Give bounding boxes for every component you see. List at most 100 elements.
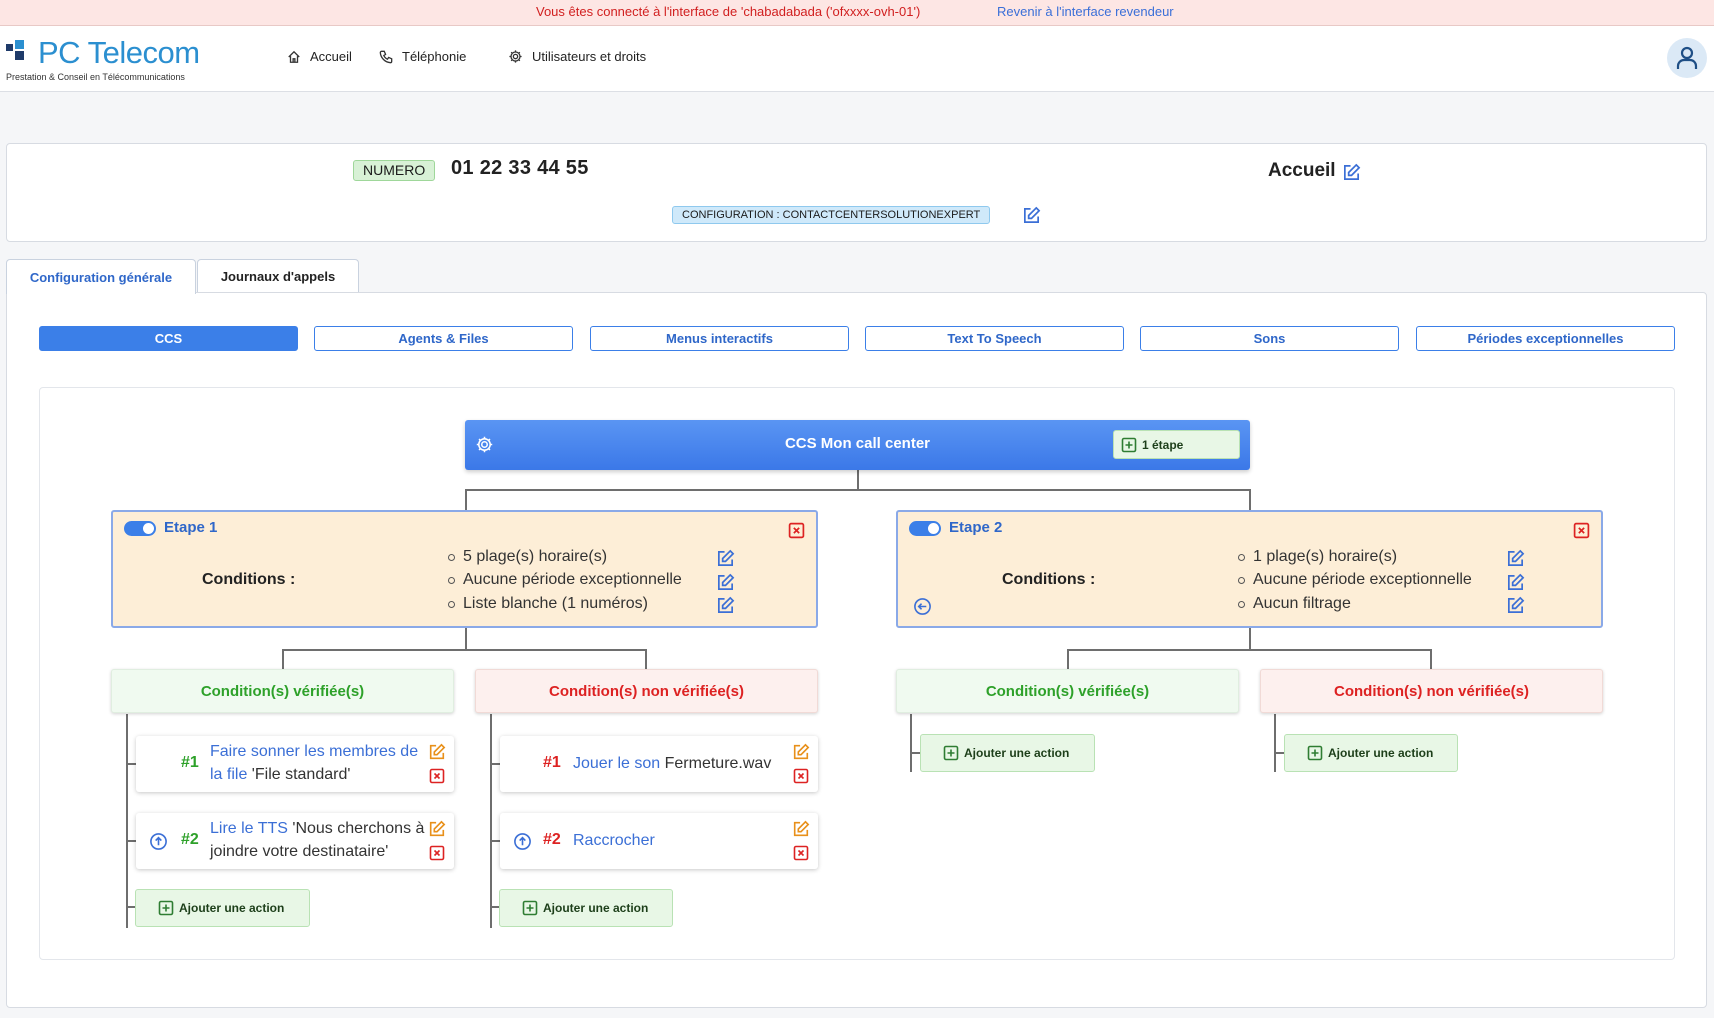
edit-exceptional-period-icon[interactable] <box>716 573 735 592</box>
action-detail: 'File standard' <box>247 766 351 783</box>
action-number: #2 <box>181 831 199 848</box>
add-action-button[interactable]: Ajouter une action <box>135 889 310 927</box>
edit-filtering-icon[interactable] <box>1506 596 1525 615</box>
step-card-2: Etape 2 Conditions : 1 plage(s) horaire(… <box>896 510 1603 628</box>
nav-home[interactable]: Accueil <box>287 49 352 64</box>
plus-square-icon <box>1307 745 1323 761</box>
step-1-label: Etape 1 <box>164 519 218 536</box>
subtab-agents-files[interactable]: Agents & Files <box>314 326 573 351</box>
step-2-conditions-label: Conditions : <box>1002 571 1096 588</box>
subtab-text-to-speech[interactable]: Text To Speech <box>865 326 1124 351</box>
delete-step-1-icon[interactable] <box>788 522 805 539</box>
brand-name: PC Telecom <box>38 35 200 70</box>
user-icon <box>1676 46 1698 69</box>
step-1-toggle[interactable] <box>124 521 156 536</box>
step-2-branch-not-verified: Condition(s) non vérifiée(s) <box>1260 669 1603 713</box>
action-detail: Fermeture.wav <box>660 755 772 772</box>
action-number: #1 <box>181 754 199 771</box>
action-card: #2 Raccrocher <box>500 813 818 869</box>
step-2-condition-exceptional-period: Aucune période exceptionnelle <box>1238 571 1472 589</box>
step-2-toggle[interactable] <box>909 521 941 536</box>
subtab-interactive-menus[interactable]: Menus interactifs <box>590 326 849 351</box>
edit-action-icon[interactable] <box>428 743 446 761</box>
impersonation-message: Vous êtes connecté à l'interface de 'cha… <box>536 4 921 19</box>
action-detail: 'Nous cherchons à <box>287 820 425 837</box>
action-link[interactable]: Lire le TTS <box>210 820 288 837</box>
tab-call-logs[interactable]: Journaux d'appels <box>197 259 359 293</box>
add-action-button[interactable]: Ajouter une action <box>920 734 1095 772</box>
action-link[interactable]: Raccrocher <box>573 832 655 849</box>
delete-action-icon[interactable] <box>793 845 809 861</box>
page-title: Accueil <box>1268 160 1336 181</box>
phone-icon <box>379 50 393 63</box>
step-card-1: Etape 1 Conditions : 5 plage(s) horaire(… <box>111 510 818 628</box>
add-action-label: Ajouter une action <box>964 746 1070 760</box>
action-number: #2 <box>543 831 561 848</box>
edit-whitelist-icon[interactable] <box>716 596 735 615</box>
subtab-ccs[interactable]: CCS <box>39 326 298 351</box>
plus-square-icon <box>522 900 538 916</box>
nav-home-label: Accueil <box>310 49 352 64</box>
nav-telephony[interactable]: Téléphonie <box>379 49 466 64</box>
add-step-button[interactable]: 1 étape <box>1113 430 1240 459</box>
edit-action-icon[interactable] <box>792 743 810 761</box>
tab-general-configuration-label: Configuration générale <box>29 269 173 285</box>
edit-title-icon[interactable] <box>1342 163 1361 182</box>
add-action-button[interactable]: Ajouter une action <box>1284 734 1458 772</box>
top-navbar: PC Telecom Prestation & Conseil en Téléc… <box>0 26 1714 92</box>
step-1-condition-exceptional-period: Aucune période exceptionnelle <box>448 571 682 589</box>
action-link[interactable]: Jouer le son <box>573 755 660 772</box>
edit-action-icon[interactable] <box>428 820 446 838</box>
step-2-branch-verified: Condition(s) vérifiée(s) <box>896 669 1239 713</box>
action-number: #1 <box>543 754 561 771</box>
arrow-left-circle-icon[interactable] <box>913 597 932 616</box>
action-link[interactable]: la file <box>210 766 247 783</box>
action-detail: joindre votre destinataire' <box>210 843 389 860</box>
step-1-condition-time-slots: 5 plage(s) horaire(s) <box>448 548 607 566</box>
move-up-icon[interactable] <box>149 832 168 851</box>
delete-action-icon[interactable] <box>429 845 445 861</box>
nav-telephony-label: Téléphonie <box>402 49 467 64</box>
tab-call-logs-label: Journaux d'appels <box>220 269 336 284</box>
back-to-reseller-link[interactable]: Revenir à l'interface revendeur <box>997 4 1174 19</box>
gear-icon <box>509 50 522 63</box>
numero-badge: NUMERO <box>353 160 436 181</box>
step-1-condition-whitelist: Liste blanche (1 numéros) <box>448 595 648 613</box>
edit-time-slots-icon[interactable] <box>1506 549 1525 568</box>
subtab-sounds[interactable]: Sons <box>1140 326 1399 351</box>
add-action-label: Ajouter une action <box>179 901 285 915</box>
brand-tagline: Prestation & Conseil en Télécommunicatio… <box>6 72 185 82</box>
delete-step-2-icon[interactable] <box>1573 522 1590 539</box>
delete-action-icon[interactable] <box>429 768 445 784</box>
configuration-badge: CONFIGURATION : CONTACTCENTERSOLUTIONEXP… <box>672 206 991 224</box>
phone-number: 01 22 33 44 55 <box>451 157 589 179</box>
nav-users[interactable]: Utilisateurs et droits <box>508 49 646 64</box>
number-header-card <box>6 143 1707 242</box>
step-2-condition-time-slots: 1 plage(s) horaire(s) <box>1238 548 1397 566</box>
add-action-label: Ajouter une action <box>543 901 649 915</box>
step-1-conditions-label: Conditions : <box>202 571 296 588</box>
impersonation-banner: Vous êtes connecté à l'interface de 'cha… <box>0 0 1714 26</box>
move-up-icon[interactable] <box>513 832 532 851</box>
ccs-header: CCS Mon call center 1 étape <box>465 420 1250 470</box>
add-step-label: 1 étape <box>1142 437 1184 452</box>
subtab-exceptional-periods[interactable]: Périodes exceptionnelles <box>1416 326 1675 351</box>
tab-general-configuration[interactable]: Configuration générale <box>6 259 196 294</box>
action-link[interactable]: Faire sonner les membres de <box>210 743 418 760</box>
plus-square-icon <box>943 745 959 761</box>
edit-action-icon[interactable] <box>792 820 810 838</box>
edit-exceptional-period-icon[interactable] <box>1506 573 1525 592</box>
edit-configuration-icon[interactable] <box>1022 206 1041 225</box>
action-card: #1 Faire sonner les membres de la file '… <box>136 736 454 792</box>
edit-time-slots-icon[interactable] <box>716 549 735 568</box>
add-action-button[interactable]: Ajouter une action <box>499 889 673 927</box>
step-2-label: Etape 2 <box>949 519 1003 536</box>
plus-square-icon <box>1121 437 1137 452</box>
action-card: #1 Jouer le son Fermeture.wav <box>500 736 818 792</box>
delete-action-icon[interactable] <box>793 768 809 784</box>
plus-square-icon <box>158 900 174 916</box>
user-avatar-button[interactable] <box>1667 38 1707 78</box>
step-1-branch-verified: Condition(s) vérifiée(s) <box>111 669 454 713</box>
step-2-condition-filtering: Aucun filtrage <box>1238 595 1351 613</box>
home-icon <box>288 50 300 63</box>
